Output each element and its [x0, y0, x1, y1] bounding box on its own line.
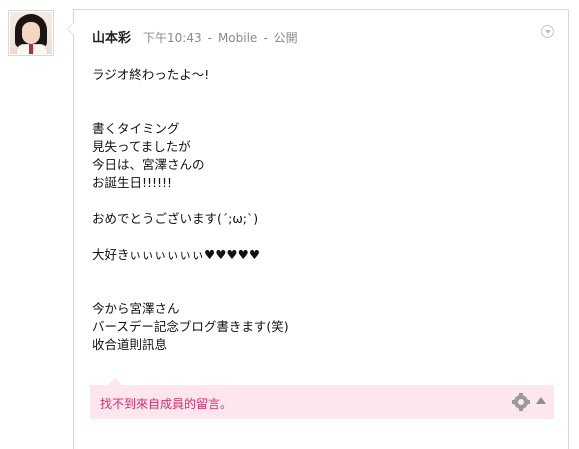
post-body: ラジオ終わったよ〜! 書くタイミング 見失ってましたが 今日は、宮澤さんの お誕… — [92, 66, 552, 354]
post-time[interactable]: 下午10:43 — [143, 31, 202, 45]
post-line: 今日は、宮澤さんの — [92, 157, 205, 172]
chevron-down-icon[interactable] — [541, 25, 554, 38]
comments-area: 找不到來自成員的留言。 — [90, 378, 554, 419]
post-line: 見失ってましたが — [92, 139, 191, 154]
post-line: 書くタイミング — [92, 121, 180, 136]
post-line — [92, 228, 552, 246]
post-line — [92, 192, 552, 210]
post-line — [92, 282, 552, 300]
no-comments-message: 找不到來自成員的留言。 — [100, 397, 233, 411]
post-line — [92, 84, 552, 102]
collapse-icon[interactable] — [536, 397, 546, 404]
post-line: バースデー記念ブログ書きます(笑) — [92, 319, 289, 334]
post-line: おめでとうございます(´;ω;`) — [92, 211, 259, 226]
meta-separator: - — [263, 31, 268, 45]
post-line — [92, 264, 552, 282]
post-line: お誕生日!!!!!! — [92, 175, 173, 190]
avatar-image — [10, 12, 52, 54]
post-visibility: 公開 — [273, 31, 298, 45]
post-line: 收合道則訊息 — [92, 337, 168, 352]
post-card: 山本彩 下午10:43- Mobile - 公開 ラジオ終わったよ〜! 書くタイミング… — [67, 9, 569, 449]
post-source: Mobile — [217, 31, 258, 45]
post-line: 今から宮澤さん — [92, 301, 180, 316]
gear-icon[interactable] — [512, 393, 530, 411]
author-avatar[interactable] — [8, 10, 54, 56]
meta-separator: - — [207, 31, 212, 45]
author-name[interactable]: 山本彩 — [92, 27, 131, 46]
post-line: 大好きぃぃぃぃぃぃ♥♥♥♥♥ — [92, 247, 261, 262]
post-meta: 下午10:43- Mobile - 公開 — [143, 29, 298, 46]
post-line — [92, 102, 552, 120]
post-header: 山本彩 下午10:43- Mobile - 公開 — [92, 27, 298, 46]
post-line: ラジオ終わったよ〜! — [92, 67, 210, 82]
